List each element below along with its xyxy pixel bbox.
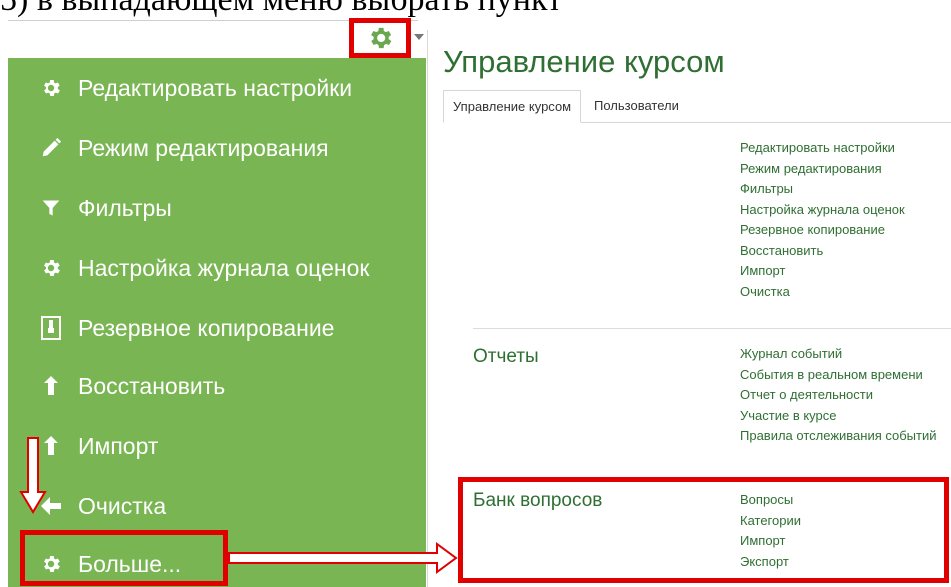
down-arrow-icon	[19, 437, 47, 514]
right-arrow-icon	[228, 542, 458, 574]
annotation-arrows	[19, 437, 458, 574]
